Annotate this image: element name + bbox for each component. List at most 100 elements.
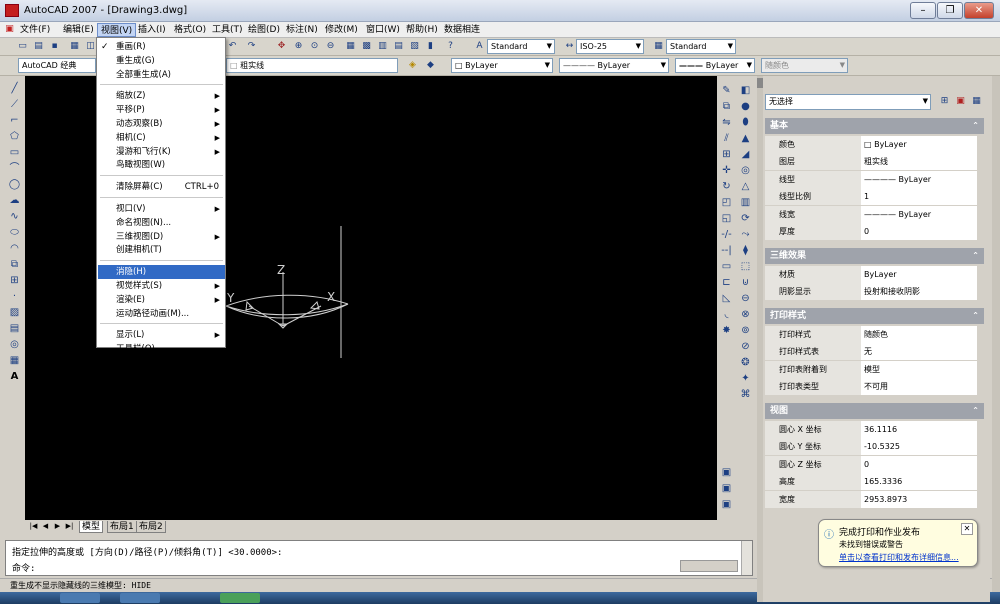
property-row[interactable]: 颜色 □ ByLayer [765, 136, 977, 153]
property-row[interactable]: 圆心 Z 坐标 0 [765, 455, 977, 473]
scale-icon[interactable]: ◰ [720, 196, 733, 209]
property-section-header[interactable]: 三维效果 ⌃ [765, 248, 984, 264]
close-button[interactable]: ✕ [964, 2, 994, 19]
view-menu-item[interactable]: 三维视图(D) ▶ [98, 230, 225, 244]
viewport-clip-icon[interactable]: ▣ [720, 482, 733, 495]
fillet-icon[interactable]: ◟ [720, 308, 733, 321]
quick-select-icon[interactable]: ▦ [970, 95, 983, 108]
flatshot-icon[interactable]: ⌘ [739, 388, 752, 401]
mirror-icon[interactable]: ⇋ [720, 116, 733, 129]
property-value[interactable]: 0 [861, 223, 977, 240]
restore-button[interactable]: ❐ [937, 2, 963, 19]
region-icon[interactable]: ◎ [8, 338, 21, 351]
balloon-details-link[interactable]: 单击以查看打印和发布详细信息... [839, 552, 959, 563]
zoom-window-icon[interactable]: ⊙ [308, 40, 321, 53]
lineweight-combo[interactable]: ——— ByLayer ▼ [675, 58, 755, 73]
minimize-button[interactable]: – [910, 2, 936, 19]
view-menu-item[interactable]: 重画(R) ✓ [98, 40, 225, 54]
view-menu-item[interactable]: 相机(C) ▶ [98, 131, 225, 145]
menu-data-link[interactable]: 数据相连 [441, 23, 483, 37]
autocad-app-icon[interactable] [5, 4, 19, 17]
array-icon[interactable]: ⊞ [720, 148, 733, 161]
menu-format[interactable]: 格式(O) [171, 23, 209, 37]
copy-icon[interactable]: ⧉ [720, 100, 733, 113]
balloon-close-icon[interactable]: ✕ [961, 523, 973, 535]
menu-help[interactable]: 帮助(H) [403, 23, 441, 37]
tool-palettes-icon[interactable]: ▥ [376, 40, 389, 53]
viewport-single-icon[interactable]: ▣ [720, 498, 733, 511]
point-icon[interactable]: · [8, 290, 21, 303]
layer-manager-icon[interactable]: ◈ [406, 59, 419, 72]
pyramid-icon[interactable]: △ [739, 180, 752, 193]
property-section-header[interactable]: 基本 ⌃ [765, 118, 984, 134]
view-menu-item[interactable]: 渲染(E) ▶ [98, 293, 225, 307]
property-value[interactable]: 2953.8973 [861, 490, 977, 508]
property-value[interactable]: ———— ByLayer [861, 170, 977, 188]
property-section-header[interactable]: 视图 ⌃ [765, 403, 984, 419]
property-value[interactable]: 36.1116 [861, 421, 977, 438]
offset-icon[interactable]: ⫽ [720, 132, 733, 145]
tab-layout2[interactable]: 布局2 [136, 521, 166, 533]
property-row[interactable]: 打印样式表无 [765, 343, 977, 361]
property-value[interactable]: 不可用 [861, 378, 977, 396]
zoom-previous-icon[interactable]: ⊖ [324, 40, 337, 53]
property-value[interactable]: ByLayer [861, 266, 977, 283]
save-icon[interactable]: ▪ [48, 40, 61, 53]
property-row[interactable]: 线型 ———— ByLayer [765, 170, 977, 188]
make-block-icon[interactable]: ⊞ [8, 274, 21, 287]
view-menu-item[interactable]: 消隐(H) [98, 265, 225, 280]
revision-cloud-icon[interactable]: ☁ [8, 194, 21, 207]
property-value[interactable]: 随颜色 [861, 326, 977, 343]
property-row[interactable]: 打印样式 随颜色 [765, 326, 977, 343]
view-menu-item[interactable]: 显示(L) ▶ [98, 328, 225, 342]
property-row[interactable]: 材质 ByLayer [765, 266, 977, 283]
extrude-icon[interactable]: ▥ [739, 196, 752, 209]
tab-model[interactable]: 模型 [79, 521, 104, 533]
cylinder-icon[interactable]: ⬮ [739, 116, 752, 129]
polyline-icon[interactable]: ⌐ [8, 114, 21, 127]
extend-icon[interactable]: --| [720, 244, 733, 257]
camera-icon[interactable]: ✦ [739, 372, 752, 385]
spline-icon[interactable]: ∿ [8, 210, 21, 223]
linetype-combo[interactable]: ———— ByLayer ▼ [559, 58, 669, 73]
view-menu-item[interactable]: 清除屏幕(C) CTRL+0 [98, 180, 225, 194]
insert-block-icon[interactable]: ⧉ [8, 258, 21, 271]
sweep-icon[interactable]: ⤳ [739, 228, 752, 241]
arc-icon[interactable]: ⌒ [8, 162, 21, 175]
section-plane-icon[interactable]: ⊘ [739, 340, 752, 353]
trim-icon[interactable]: -/- [720, 228, 733, 241]
selection-combo[interactable]: 无选择 ▼ [765, 94, 931, 110]
menu-edit[interactable]: 编辑(E) [60, 23, 97, 37]
join-icon[interactable]: ⊏ [720, 276, 733, 289]
gradient-icon[interactable]: ▤ [8, 322, 21, 335]
sphere-icon[interactable]: ● [739, 100, 752, 113]
workspace-combo[interactable]: AutoCAD 经典 [18, 58, 96, 73]
select-objects-icon[interactable]: ▣ [954, 95, 967, 108]
presspull-icon[interactable]: ⬚ [739, 260, 752, 273]
zoom-realtime-icon[interactable]: ⊕ [292, 40, 305, 53]
menu-tools[interactable]: 工具(T) [209, 23, 246, 37]
polygon-icon[interactable]: ⬠ [8, 130, 21, 143]
menu-view[interactable]: 视图(V) [97, 23, 137, 37]
pickadd-icon[interactable]: ⊞ [938, 95, 951, 108]
union-icon[interactable]: ⊍ [739, 276, 752, 289]
markup-icon[interactable]: ▧ [408, 40, 421, 53]
intersect-icon[interactable]: ⊗ [739, 308, 752, 321]
view-menu-item[interactable]: 平移(P) ▶ [98, 103, 225, 117]
taskbar-button[interactable] [120, 593, 160, 603]
design-center-icon[interactable]: ▩ [360, 40, 373, 53]
menu-insert[interactable]: 插入(I) [135, 23, 169, 37]
property-row[interactable]: 图层 粗实线 [765, 153, 977, 171]
ellipse-arc-icon[interactable]: ◠ [8, 242, 21, 255]
property-row[interactable]: 厚度 0 [765, 223, 977, 240]
view-menu-item[interactable]: 运动路径动画(M)... [98, 307, 225, 321]
taskbar-button[interactable] [220, 593, 260, 603]
help-icon[interactable]: ? [444, 40, 457, 53]
palette-scrollbar[interactable] [992, 76, 1000, 592]
subtract-icon[interactable]: ⊖ [739, 292, 752, 305]
multiline-text-icon[interactable]: A [8, 370, 21, 383]
menu-modify[interactable]: 修改(M) [322, 23, 361, 37]
collapse-icon[interactable]: ⌃ [972, 248, 979, 264]
menu-file[interactable]: 文件(F) [17, 23, 53, 37]
property-value[interactable]: 投射和接收阴影 [861, 283, 977, 301]
